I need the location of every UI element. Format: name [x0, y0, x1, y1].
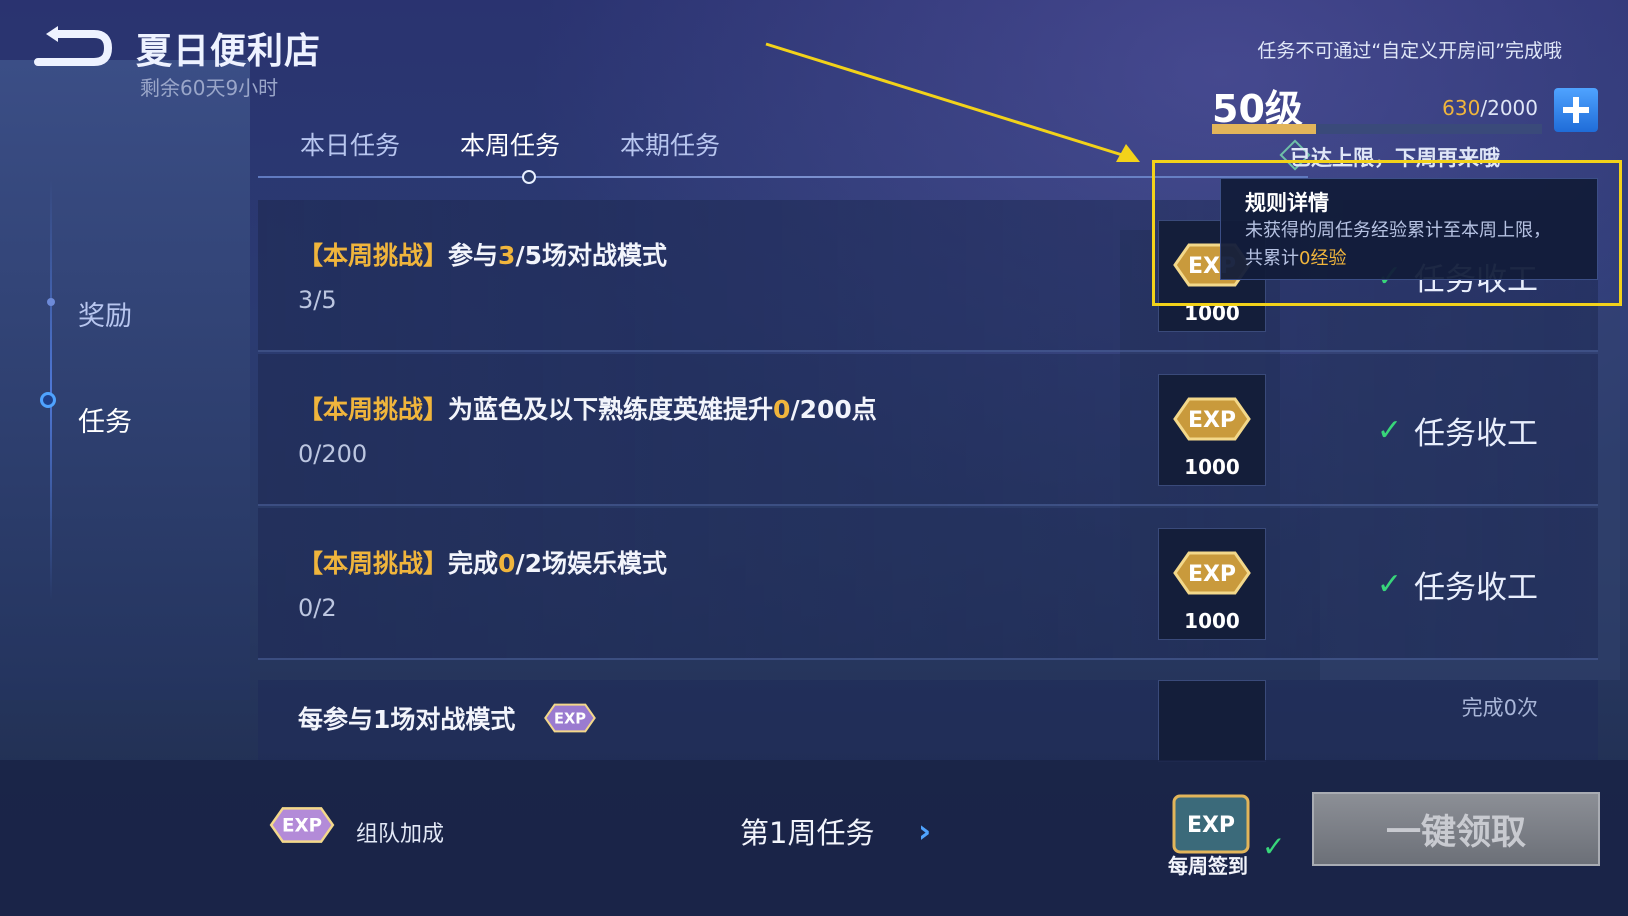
task-text: 参与	[448, 241, 499, 270]
task-count: 0	[498, 549, 516, 578]
reward-amount: 1000	[1184, 609, 1240, 633]
sidebar-dot	[47, 298, 55, 306]
back-arrow-icon	[34, 26, 113, 66]
exp-badge-icon: EXP	[1173, 551, 1251, 595]
exp-max: /2000	[1480, 96, 1538, 120]
task-tabs: 本日任务 本周任务 本期任务	[300, 126, 720, 162]
exp-badge-icon: EXP	[269, 807, 335, 843]
task-title: 每参与1场对战模式	[298, 705, 516, 734]
task-count: 0	[773, 395, 791, 424]
level-panel: 50级 630/2000	[1212, 78, 1602, 138]
exp-reward: EXP 1000	[1158, 374, 1266, 486]
task-row: 【本周挑战】为蓝色及以下熟练度英雄提升0/200点 0/200 EXP 1000…	[258, 354, 1598, 506]
check-icon: ✓	[1376, 413, 1402, 448]
active-tab-indicator	[522, 170, 536, 184]
time-remaining: 剩余60天9小时	[140, 76, 279, 100]
task-text-rest: /200点	[790, 395, 877, 424]
sidebar-line	[50, 180, 52, 600]
exp-reward: EXP 1000	[1158, 528, 1266, 640]
exp-current: 630	[1442, 96, 1481, 120]
exp-badge-icon: EXP	[544, 703, 596, 733]
task-text: 完成	[448, 549, 499, 578]
plus-icon	[1563, 97, 1589, 123]
reward-amount: 1000	[1184, 301, 1240, 325]
chevron-right-icon[interactable]: ›	[918, 812, 931, 850]
tab-daily[interactable]: 本日任务	[300, 126, 400, 162]
level-progress-fill	[1212, 124, 1316, 134]
task-text-rest: /5场对战模式	[515, 241, 667, 270]
tab-weekly[interactable]: 本周任务	[460, 126, 560, 162]
limit-reached-text: 已达上限，下周再来哦	[1290, 146, 1500, 170]
team-bonus-label[interactable]: 组队加成	[356, 816, 444, 848]
status-text: 任务收工	[1414, 570, 1538, 606]
svg-text:EXP: EXP	[1188, 408, 1236, 433]
check-icon: ✓	[1376, 567, 1402, 602]
exp-badge-icon: EXP	[1173, 397, 1251, 441]
tooltip-line: 未获得的周任务经验累计至本周上限，	[1245, 220, 1551, 241]
svg-text:EXP: EXP	[1188, 562, 1236, 587]
tooltip-body: 未获得的周任务经验累计至本周上限， 共累计0经验	[1245, 217, 1585, 273]
reward-amount: 1000	[1184, 455, 1240, 479]
svg-text:EXP: EXP	[1187, 813, 1235, 838]
task-count: 3	[498, 241, 516, 270]
buy-level-button[interactable]	[1554, 88, 1598, 132]
weekly-checkin-chest-icon[interactable]: EXP	[1166, 788, 1256, 858]
storefront-building	[0, 60, 250, 700]
level-progress-bar	[1212, 124, 1542, 134]
task-title: 【本周挑战】完成0/2场娱乐模式	[298, 544, 667, 580]
task-row: 每参与1场对战模式 EXP 完成0次	[258, 680, 1598, 762]
task-title: 【本周挑战】参与3/5场对战模式	[298, 236, 667, 272]
tooltip-title: 规则详情	[1245, 191, 1329, 215]
tooltip-highlight: 0经验	[1299, 248, 1347, 269]
task-status: ✓ 任务收工	[1377, 408, 1538, 453]
task-text-rest: /2场娱乐模式	[515, 549, 667, 578]
tab-season[interactable]: 本期任务	[620, 126, 720, 162]
svg-text:EXP: EXP	[554, 710, 586, 727]
sidebar-dot-active	[40, 392, 56, 408]
rules-tooltip: 规则详情 未获得的周任务经验累计至本周上限， 共累计0经验	[1220, 178, 1598, 280]
task-progress: 0/2	[298, 594, 337, 622]
status-text: 任务收工	[1414, 416, 1538, 452]
tab-underline	[258, 176, 1308, 178]
sidebar-item-rewards[interactable]: 奖励	[78, 294, 132, 333]
custom-room-notice: 任务不可通过“自定义开房间”完成哦	[1257, 40, 1562, 62]
page-title: 夏日便利店	[136, 31, 322, 72]
task-progress: 3/5	[298, 286, 337, 314]
tooltip-line: 共累计	[1245, 248, 1299, 269]
task-status: ✓ 任务收工	[1377, 562, 1538, 607]
exp-reward	[1158, 680, 1266, 762]
svg-text:EXP: EXP	[282, 816, 322, 837]
week-label: 第1周任务	[740, 816, 875, 850]
task-text: 为蓝色及以下熟练度英雄提升	[448, 395, 774, 424]
task-tag: 【本周挑战】	[298, 549, 449, 578]
claim-all-button[interactable]: 一键领取	[1312, 792, 1600, 866]
task-row: 【本周挑战】完成0/2场娱乐模式 0/2 EXP 1000 ✓ 任务收工	[258, 508, 1598, 660]
exp-count: 630/2000	[1442, 96, 1538, 120]
task-status: 完成0次	[1461, 696, 1538, 720]
task-tag: 【本周挑战】	[298, 241, 449, 270]
check-icon: ✓	[1262, 830, 1286, 863]
task-title: 【本周挑战】为蓝色及以下熟练度英雄提升0/200点	[298, 390, 877, 426]
task-tag: 【本周挑战】	[298, 395, 449, 424]
sidebar-item-tasks[interactable]: 任务	[78, 400, 132, 439]
task-progress: 0/200	[298, 440, 368, 468]
back-button[interactable]	[32, 22, 113, 70]
weekly-checkin-label: 每周签到	[1168, 854, 1248, 878]
